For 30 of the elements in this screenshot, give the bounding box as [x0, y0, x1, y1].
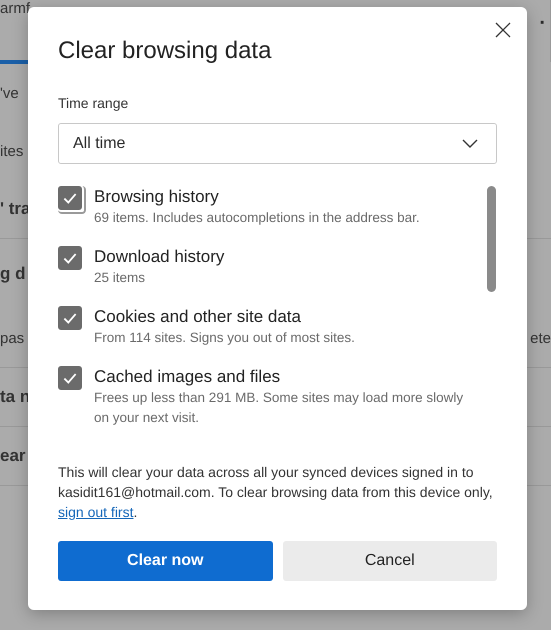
checkbox[interactable] — [58, 306, 82, 330]
checkbox-label: Browsing history — [94, 186, 220, 208]
item-description: 69 items. Includes autocompletions in the address bar. — [94, 209, 420, 227]
background-text: armf — [0, 0, 30, 17]
checkbox[interactable] — [58, 186, 82, 210]
checkbox-label: Download history — [94, 246, 224, 268]
item-description: 25 items — [94, 269, 146, 287]
item-description: Frees up less than 291 MB. Some sites may load more slowly on your next visit. — [94, 389, 464, 427]
close-icon[interactable] — [495, 22, 511, 38]
checkbox[interactable] — [58, 366, 82, 390]
background-text: g d — [0, 264, 26, 284]
sign-out-link[interactable]: sign out first — [58, 504, 134, 520]
item-description: From 114 sites. Signs you out of most sites. — [94, 329, 355, 347]
background-text: 've — [0, 84, 19, 102]
checkbox-label: Cookies and other site data — [94, 306, 302, 328]
checkbox-label: Cached images and files — [94, 366, 282, 388]
dialog-title: Clear browsing data — [58, 37, 272, 65]
scrollbar-thumb[interactable] — [487, 186, 496, 292]
background-text: ear — [0, 446, 26, 466]
field-label: Time range — [58, 95, 130, 111]
clear-now-button[interactable]: Clear now — [58, 541, 272, 581]
chevron-down-icon — [462, 138, 478, 148]
more-text: · — [539, 12, 546, 35]
cancel-button[interactable]: Cancel — [282, 541, 497, 581]
background-text: pas — [0, 330, 24, 346]
background-text: ete — [530, 330, 551, 346]
sync-notice: This will clear your data across all your synced devices signed in to kasidit161@hotmail.com. To clear browsing data from this device only, sign out first. — [58, 463, 494, 522]
background-text: ites — [0, 142, 24, 160]
time-range-dropdown[interactable]: All time — [58, 123, 497, 164]
checkbox[interactable] — [58, 246, 82, 270]
